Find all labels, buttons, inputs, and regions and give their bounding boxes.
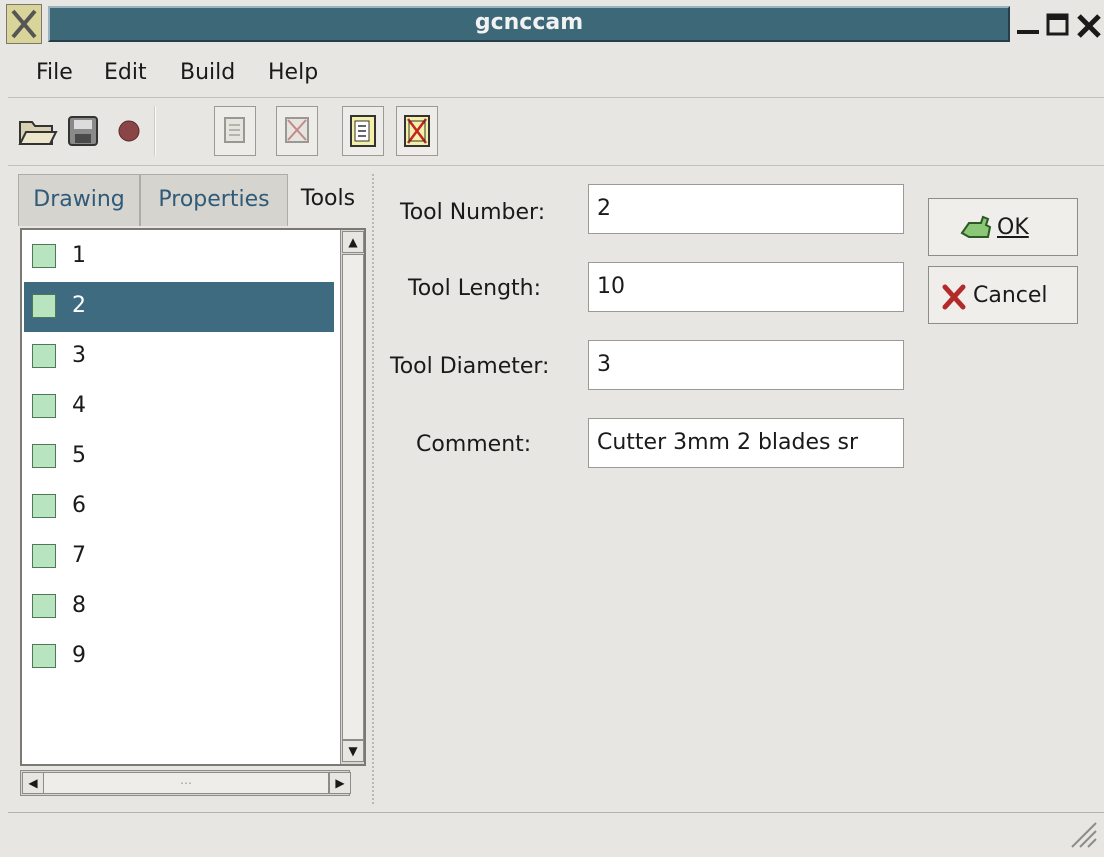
menu-build[interactable]: Build <box>180 60 235 85</box>
horizontal-scrollbar[interactable]: ◀ ⋯ ▶ <box>20 770 351 796</box>
toolbar <box>8 100 1104 166</box>
delete-icon[interactable] <box>396 106 438 156</box>
tool-length-label: Tool Length: <box>408 276 542 301</box>
close-icon[interactable] <box>1074 6 1102 42</box>
menu-bar: File Edit Build Help <box>8 50 1104 98</box>
left-panel: Drawing Properties Tools 1 2 3 4 5 6 7 8… <box>16 174 368 810</box>
properties-icon[interactable] <box>214 106 256 156</box>
menu-edit[interactable]: Edit <box>104 60 147 85</box>
list-item[interactable]: 3 <box>24 332 334 382</box>
tool-icon <box>32 494 56 518</box>
scroll-thumb[interactable] <box>342 254 364 740</box>
list-item[interactable]: 6 <box>24 482 334 532</box>
scroll-thumb[interactable]: ⋯ <box>43 772 329 794</box>
ok-button-label: OK <box>997 215 1029 240</box>
tool-number-input[interactable]: 2 <box>588 184 904 234</box>
ok-button[interactable]: OK <box>928 198 1078 256</box>
ok-hand-icon <box>959 211 993 249</box>
app-icon[interactable] <box>6 4 42 44</box>
vertical-scrollbar[interactable]: ▲ ▼ <box>340 230 364 764</box>
delete-icon[interactable] <box>276 106 318 156</box>
list-item-label: 6 <box>72 493 86 518</box>
tool-icon <box>32 244 56 268</box>
list-item-label: 8 <box>72 593 86 618</box>
tab-properties[interactable]: Properties <box>140 174 288 226</box>
cancel-x-icon <box>941 283 967 317</box>
maximize-icon[interactable] <box>1044 6 1072 42</box>
list-item-label: 2 <box>72 293 86 318</box>
tool-icon <box>32 344 56 368</box>
minimize-icon[interactable] <box>1014 6 1042 42</box>
open-folder-icon[interactable] <box>16 106 58 156</box>
list-item[interactable]: 2 <box>24 282 334 332</box>
comment-label: Comment: <box>416 432 532 457</box>
tool-diameter-input[interactable]: 3 <box>588 340 904 390</box>
title-bar: gcnccam <box>0 0 1104 50</box>
list-item[interactable]: 1 <box>24 232 334 282</box>
list-item-label: 4 <box>72 393 86 418</box>
tool-icon <box>32 294 56 318</box>
pane-splitter[interactable] <box>372 174 378 804</box>
scroll-down-icon[interactable]: ▼ <box>342 740 364 762</box>
record-icon[interactable] <box>108 106 150 156</box>
scroll-left-icon[interactable]: ◀ <box>22 772 44 794</box>
save-icon[interactable] <box>62 106 104 156</box>
list-item[interactable]: 7 <box>24 532 334 582</box>
menu-file[interactable]: File <box>36 60 73 85</box>
tool-diameter-label: Tool Diameter: <box>390 354 550 379</box>
list-item-label: 5 <box>72 443 86 468</box>
list-item[interactable]: 8 <box>24 582 334 632</box>
list-item-label: 1 <box>72 243 86 268</box>
tools-list: 1 2 3 4 5 6 7 8 9 ▲ ▼ <box>20 228 366 766</box>
list-item[interactable]: 9 <box>24 632 334 682</box>
tool-icon <box>32 544 56 568</box>
tool-number-label: Tool Number: <box>400 200 546 225</box>
tool-icon <box>32 594 56 618</box>
window-title: gcnccam <box>48 6 1010 42</box>
tool-icon <box>32 644 56 668</box>
properties-icon[interactable] <box>342 106 384 156</box>
cancel-button-label: Cancel <box>973 283 1048 308</box>
comment-input[interactable]: Cutter 3mm 2 blades sr <box>588 418 904 468</box>
tab-tools[interactable]: Tools <box>288 174 368 226</box>
tool-icon <box>32 444 56 468</box>
cancel-button[interactable]: Cancel <box>928 266 1078 324</box>
resize-grip-icon[interactable] <box>1066 815 1100 857</box>
list-item-label: 7 <box>72 543 86 568</box>
scroll-up-icon[interactable]: ▲ <box>342 231 364 253</box>
list-item-label: 3 <box>72 343 86 368</box>
tool-length-input[interactable]: 10 <box>588 262 904 312</box>
tool-icon <box>32 394 56 418</box>
list-item[interactable]: 4 <box>24 382 334 432</box>
toolbar-separator <box>154 106 156 156</box>
list-item-label: 9 <box>72 643 86 668</box>
menu-help[interactable]: Help <box>268 60 318 85</box>
tab-drawing[interactable]: Drawing <box>18 174 140 226</box>
list-item[interactable]: 5 <box>24 432 334 482</box>
scroll-right-icon[interactable]: ▶ <box>329 772 351 794</box>
status-bar <box>8 812 1104 852</box>
